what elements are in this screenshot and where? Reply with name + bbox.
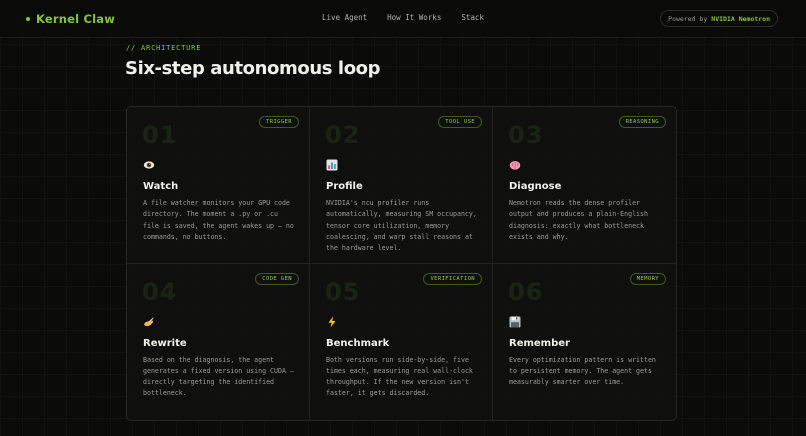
section-title: Six-step autonomous loop bbox=[125, 58, 381, 79]
nav-link-live-agent[interactable]: Live Agent bbox=[322, 13, 367, 22]
brand-dot-icon bbox=[26, 17, 30, 21]
step-description: NVIDIA's ncu profiler runs automatically… bbox=[326, 199, 477, 253]
step-card-rewrite: 04 CODE GEN Rewrite Based on the diagnos… bbox=[127, 263, 310, 420]
step-number: 03 bbox=[508, 121, 544, 149]
step-description: Nemotron reads the dense profiler output… bbox=[509, 199, 648, 241]
step-title: Diagnose bbox=[509, 181, 562, 192]
brain-icon bbox=[509, 161, 521, 170]
section-eyebrow: // ARCHITECTURE bbox=[126, 44, 202, 52]
step-title: Benchmark bbox=[326, 337, 390, 349]
step-number: 05 bbox=[325, 277, 361, 306]
step-tag: CODE GEN bbox=[255, 272, 299, 285]
nav-links: Live Agent How It Works Stack bbox=[322, 13, 484, 22]
nav-link-stack[interactable]: Stack bbox=[461, 13, 484, 22]
powered-by-brand: NVIDIA Nemotron bbox=[711, 14, 770, 23]
floppy-disk-icon bbox=[509, 316, 521, 327]
lightning-icon bbox=[328, 316, 336, 327]
step-description: A file watcher monitors your GPU code di… bbox=[143, 199, 294, 241]
bar-chart-icon bbox=[326, 159, 338, 171]
step-tag: REASONING bbox=[618, 116, 666, 128]
eye-icon bbox=[143, 161, 155, 169]
step-number: 04 bbox=[142, 277, 178, 306]
step-title: Remember bbox=[509, 337, 570, 349]
step-description: Based on the diagnosis, the agent genera… bbox=[143, 355, 294, 398]
step-tag: MEMORY bbox=[629, 272, 666, 285]
brand-name: Kernel Claw bbox=[36, 12, 116, 26]
step-description: Both versions run side-by-side, five tim… bbox=[326, 355, 473, 398]
writing-hand-icon bbox=[144, 316, 155, 326]
step-card-benchmark: 05 VERIFICATION Benchmark Both versions … bbox=[310, 263, 493, 420]
powered-by-prefix: Powered by bbox=[668, 14, 708, 23]
step-title: Rewrite bbox=[143, 337, 187, 349]
step-title: Watch bbox=[143, 181, 179, 192]
step-number: 02 bbox=[325, 121, 361, 149]
step-description: Every optimization pattern is written to… bbox=[509, 355, 656, 387]
brand-logo[interactable]: Kernel Claw bbox=[26, 12, 115, 26]
powered-by-badge: Powered by NVIDIA Nemotron bbox=[660, 10, 778, 27]
step-card-remember: 06 MEMORY Remember Every optimization pa… bbox=[493, 264, 676, 421]
step-card-profile: 02 TOOL USE Profile NVIDIA's ncu profile… bbox=[310, 107, 493, 264]
step-number: 06 bbox=[508, 277, 544, 306]
top-nav: Kernel Claw Live Agent How It Works Stac… bbox=[0, 0, 806, 38]
step-card-watch: 01 TRIGGER Watch A file watcher monitors… bbox=[127, 107, 310, 264]
step-tag: TOOL USE bbox=[438, 116, 482, 128]
step-number: 01 bbox=[142, 121, 178, 149]
step-tag: VERIFICATION bbox=[423, 272, 482, 285]
step-card-diagnose: 03 REASONING Diagnose Nemotron reads the… bbox=[493, 107, 676, 264]
step-tag: TRIGGER bbox=[259, 116, 299, 128]
nav-link-how-it-works[interactable]: How It Works bbox=[387, 13, 441, 22]
step-title: Profile bbox=[326, 181, 363, 192]
steps-grid: 01 TRIGGER Watch A file watcher monitors… bbox=[126, 106, 677, 421]
